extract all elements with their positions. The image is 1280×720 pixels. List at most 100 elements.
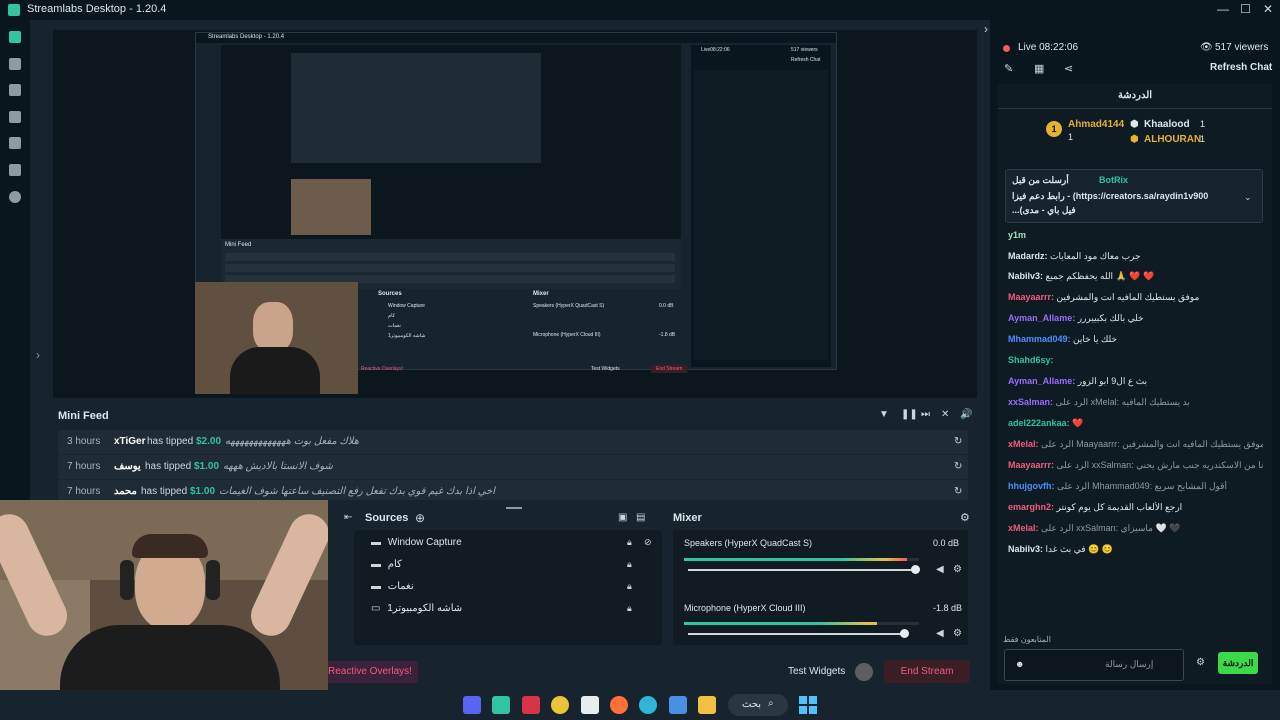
layout-icon[interactable] [9, 58, 21, 70]
volume-slider[interactable] [688, 633, 908, 635]
mute-icon[interactable]: ✕ [941, 409, 949, 420]
replay-icon[interactable]: ↻ [954, 486, 962, 497]
refresh-chat-button[interactable]: Refresh Chat [1210, 62, 1272, 73]
inner-live: Live08:22:06 [701, 47, 730, 53]
close-icon[interactable]: ✕ [1263, 2, 1273, 16]
editor-icon[interactable] [9, 31, 21, 43]
lock-icon[interactable]: 🔒︎ [627, 581, 632, 592]
collapse-icon[interactable]: ⇤ [344, 512, 352, 523]
nested-preview [291, 53, 541, 163]
store-icon[interactable] [669, 696, 687, 714]
test-widgets-button[interactable]: Test Widgets [788, 666, 845, 677]
replay-icon[interactable]: ↻ [954, 436, 962, 447]
inner-end-stream: End Stream [651, 365, 688, 373]
channel-settings-icon[interactable]: ⚙ [953, 564, 962, 575]
edit-icon[interactable]: ✎ [1004, 62, 1013, 75]
level-meter [684, 622, 919, 625]
kick-icon[interactable] [522, 696, 540, 714]
chevron-down-icon[interactable]: ⌄ [1244, 192, 1252, 203]
volume-slider-handle[interactable] [911, 565, 920, 574]
highlighter-icon[interactable] [9, 164, 21, 176]
feed-action: has tipped [145, 461, 192, 472]
feed-message: هلاك مفعل بوت هههههههههههههه [225, 436, 359, 447]
chat-settings-icon[interactable]: ⚙ [1196, 657, 1205, 668]
skip-icon[interactable]: ⏭ [921, 409, 930, 420]
speaker-icon[interactable]: ◀︎ [936, 564, 944, 575]
volume-slider-handle[interactable] [900, 629, 909, 638]
chat-send-button[interactable]: الدردشة [1218, 652, 1258, 674]
speaker-icon[interactable]: ◀︎ [936, 628, 944, 639]
share-icon[interactable]: ⋖ [1064, 62, 1073, 75]
lock-icon[interactable]: 🔒︎ [627, 537, 632, 548]
person-hair [132, 534, 208, 558]
channel-settings-icon[interactable]: ⚙ [953, 628, 962, 639]
folder-icon: ▬ [371, 537, 381, 548]
feed-amount: $1.00 [194, 461, 220, 472]
notepad-icon[interactable] [581, 696, 599, 714]
stream-preview[interactable]: Streamlabs Desktop - 1.20.4 Mini Feed So… [53, 30, 977, 398]
themes-icon[interactable] [9, 111, 21, 123]
mixer-settings-icon[interactable]: ⚙ [960, 511, 970, 524]
inner-source-item: نغمات [388, 323, 401, 329]
source-item[interactable]: ▬ كام [371, 559, 402, 570]
emoji-icon[interactable]: ☻ [1015, 659, 1024, 669]
add-folder-icon[interactable]: ▤ [636, 512, 645, 523]
visibility-off-icon[interactable]: ⊘ [644, 537, 652, 548]
feed-amount: $2.00 [196, 436, 222, 447]
replay-icon[interactable]: ↻ [954, 461, 962, 472]
chrome-icon[interactable] [551, 696, 569, 714]
leader-badge-icon: ⬢ [1130, 119, 1139, 130]
volume-slider[interactable] [688, 569, 918, 571]
studio-mode-icon[interactable] [9, 84, 21, 96]
volume-icon[interactable]: 🔊 [960, 409, 972, 420]
taskbar-search[interactable]: بحث ⌕ [728, 694, 788, 716]
app-store-icon[interactable] [9, 137, 21, 149]
add-source-icon[interactable]: ⊕ [415, 511, 425, 525]
leader-name: Khaalood [1144, 119, 1190, 130]
feed-user: يوسف [114, 461, 141, 472]
pinned-text: ...(فيل باي - مدى [1012, 205, 1076, 215]
pinned-message[interactable]: أرسلت من قبل BotRix رابط دعم فيزا - (htt… [1005, 169, 1263, 223]
chat-message: Madardz: جرب معاك مود المعايات [1008, 251, 1141, 261]
feed-action: has tipped [141, 486, 188, 497]
maximize-icon[interactable]: ☐ [1240, 2, 1251, 16]
file-explorer-icon[interactable] [698, 696, 716, 714]
discord-icon[interactable] [463, 696, 481, 714]
search-icon: ⌕ [768, 698, 774, 709]
lock-icon[interactable]: 🔒︎ [627, 603, 632, 614]
edge-icon[interactable] [639, 696, 657, 714]
inner-source-item: Window Capture [388, 303, 425, 309]
filter-icon[interactable]: ▼ [879, 409, 889, 420]
window-title: Streamlabs Desktop - 1.20.4 [27, 3, 167, 15]
streamlabs-taskbar-icon[interactable] [492, 696, 510, 714]
chat-message: emarghn2: ارجع الألعاب القديمة كل يوم كو… [1008, 502, 1183, 512]
chat-message: adel222ankaa: ❤️ [1008, 418, 1084, 428]
pinned-label: أرسلت من قبل [1012, 175, 1069, 185]
inner-mixer-mic-db: -1.8 dB [659, 332, 676, 338]
minimize-icon[interactable]: — [1217, 2, 1229, 16]
chat-message: Shahd6sy: [1008, 355, 1054, 365]
end-stream-button[interactable]: End Stream [884, 660, 970, 683]
chat-message: hhujgovfh: الرد على Mhammad049: أقول الم… [1008, 481, 1227, 491]
folder-icon[interactable]: ▣ [618, 512, 627, 523]
chat-input[interactable]: ☻ إرسال رسالة [1004, 649, 1184, 681]
dashboard-icon[interactable]: ▦ [1034, 62, 1044, 75]
source-item[interactable]: ▬ Window Capture [371, 537, 462, 548]
rec-icon[interactable] [855, 663, 873, 681]
feed-action: has tipped [147, 436, 194, 447]
firefox-icon[interactable] [610, 696, 628, 714]
windows-start-icon[interactable] [799, 696, 817, 714]
reactive-overlays-button[interactable]: Reactive Overlays! [322, 661, 418, 683]
lock-icon[interactable]: 🔒︎ [627, 559, 632, 570]
mixer-title: Mixer [673, 512, 702, 524]
record-icon[interactable] [9, 191, 21, 203]
expand-chevron-icon[interactable]: › [36, 348, 40, 362]
pause-icon[interactable]: ❚❚ [901, 409, 918, 420]
source-item[interactable]: ▭ شاشه الكومبيوتر1 [371, 603, 462, 614]
sources-list: ▬ Window Capture ▬ كام ▬ نغمات ▭ شاشه ال… [354, 530, 662, 645]
collapse-chat-chevron-icon[interactable]: › [984, 22, 988, 36]
mini-feed: Mini Feed ▼ ❚❚ ⏭ ✕ 🔊 3 hours xTiGer has … [53, 403, 975, 500]
leader-badge-icon: ⬢ [1130, 134, 1139, 145]
source-item[interactable]: ▬ نغمات [371, 581, 414, 592]
feed-message: شوف الانستا بالاديش هههه [223, 461, 333, 472]
